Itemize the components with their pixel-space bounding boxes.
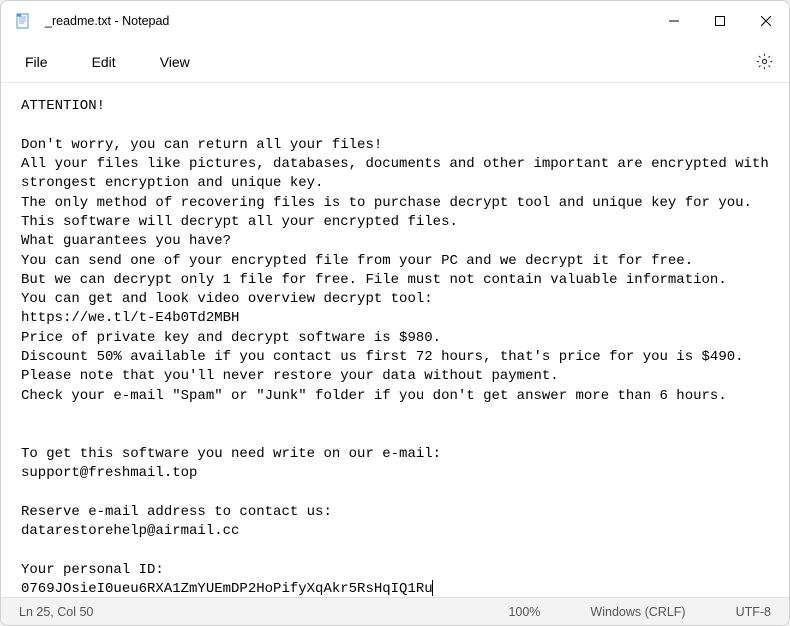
status-position: Ln 25, Col 50	[19, 605, 117, 619]
menubar: File Edit View	[1, 41, 789, 83]
notepad-icon	[15, 13, 31, 29]
menu-edit[interactable]: Edit	[76, 46, 132, 78]
close-button[interactable]	[743, 1, 789, 41]
menu-view[interactable]: View	[144, 46, 206, 78]
status-lineending: Windows (CRLF)	[590, 605, 685, 619]
statusbar: Ln 25, Col 50 100% Windows (CRLF) UTF-8	[1, 597, 789, 625]
titlebar: _readme.txt - Notepad	[1, 1, 789, 41]
menu-file[interactable]: File	[9, 46, 64, 78]
window-title: _readme.txt - Notepad	[45, 14, 651, 28]
settings-button[interactable]	[747, 45, 781, 79]
text-editor[interactable]: ATTENTION! Don't worry, you can return a…	[1, 83, 789, 597]
status-zoom[interactable]: 100%	[508, 605, 540, 619]
maximize-button[interactable]	[697, 1, 743, 41]
window-controls	[651, 1, 789, 40]
text-cursor	[432, 580, 433, 596]
minimize-button[interactable]	[651, 1, 697, 41]
status-encoding: UTF-8	[736, 605, 771, 619]
document-text: ATTENTION! Don't worry, you can return a…	[21, 98, 777, 597]
gear-icon	[756, 53, 773, 70]
notepad-window: _readme.txt - Notepad File Edit View	[0, 0, 790, 626]
